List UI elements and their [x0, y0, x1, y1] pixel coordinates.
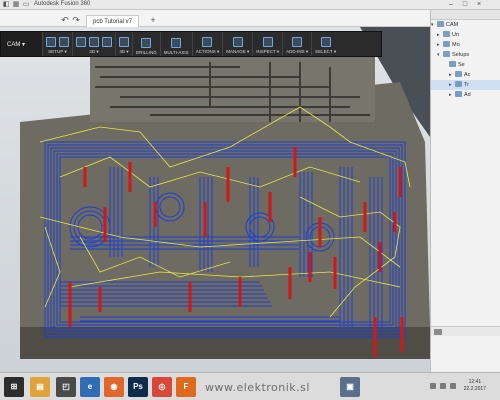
add-ins-icon [292, 37, 303, 47]
toolbar-group-actions[interactable]: ACTIONS ▾ [193, 32, 224, 56]
browser-panel: ▾ CAM ▸ Un ▸ Mo ▾ Setups Se ▸ Ac ▸ Tr ▸ Ad [430, 10, 500, 372]
comment-icon [434, 329, 442, 335]
file-menu-icon[interactable]: ▭ [22, 1, 30, 9]
setups-icon [443, 51, 450, 57]
comments-bar[interactable] [431, 326, 500, 336]
units-icon [443, 31, 450, 37]
tray-keyboard-icon[interactable] [450, 383, 456, 389]
2d-adaptive-icon [76, 37, 86, 47]
taskbar-file-explorer[interactable]: ▤ [30, 377, 50, 397]
browser-row-adaptive-2[interactable]: ▸ Ad [431, 90, 500, 100]
browser-row-setup[interactable]: Se [431, 60, 500, 70]
grid-menu-icon[interactable]: ▦ [12, 1, 20, 9]
toolbar-group-2d[interactable]: 2D ▾ [73, 32, 116, 56]
workspace-switcher[interactable]: CAM ▾ [1, 32, 43, 56]
operation-icon [455, 91, 462, 97]
drill-icon [141, 38, 152, 48]
maximize-icon[interactable]: □ [458, 0, 472, 10]
toolbar-group-setup[interactable]: SETUP ▾ [43, 32, 73, 56]
taskbar-firefox[interactable]: ◉ [104, 377, 124, 397]
manage-icon [232, 37, 243, 47]
toolbar-group-manage[interactable]: MANAGE ▾ [223, 32, 254, 56]
undo-icon[interactable]: ↶ [60, 14, 70, 26]
taskbar-fusion-360[interactable]: F [176, 377, 196, 397]
canvas-viewport[interactable]: CAM ▾ SETUP ▾ 2D ▾ 3D ▾ DRILLING MULTI-A… [0, 27, 430, 372]
setup-icon [46, 37, 56, 47]
taskbar-edge[interactable]: e [80, 377, 100, 397]
title-bar: ◧ ▦ ▭ Autodesk Fusion 360 – □ × [0, 0, 500, 10]
app-logo-icon: ◧ [2, 1, 10, 8]
cam-root-icon [437, 21, 444, 27]
operation-icon [455, 71, 462, 77]
browser-row-adaptive[interactable]: ▸ Ac [431, 70, 500, 80]
browser-row-setups[interactable]: ▾ Setups [431, 50, 500, 60]
tab-pcb-tutorial[interactable]: pcb Tutorial v7 [86, 15, 140, 27]
toolbar-group-add-ins[interactable]: ADD-INS ▾ [283, 32, 313, 56]
tray-volume-icon[interactable] [440, 383, 446, 389]
cam-toolbar: CAM ▾ SETUP ▾ 2D ▾ 3D ▾ DRILLING MULTI-A… [0, 31, 382, 57]
toolbar-group-multi-axis[interactable]: MULTI-AXIS [161, 32, 193, 56]
setup-sheet-icon [59, 37, 69, 47]
browser-header [431, 10, 500, 20]
document-tab-strip: pcb Tutorial v7 + ↶ ↷ [0, 10, 430, 27]
actions-icon [202, 37, 213, 47]
toolpath-scene [20, 27, 430, 359]
toolbar-group-inspect[interactable]: INSPECT ▾ [253, 32, 284, 56]
windows-taskbar: ⊞ ▤ ◰ e ◉ Ps ◎ F www.elektronik.sl ▣ 12:… [0, 372, 500, 400]
taskbar-photoshop[interactable]: Ps [128, 377, 148, 397]
browser-row-trace[interactable]: ▸ Tr [431, 80, 500, 90]
tray-network-icon[interactable] [430, 383, 436, 389]
browser-row-models[interactable]: ▸ Mo [431, 40, 500, 50]
window-title: Autodesk Fusion 360 [34, 1, 91, 7]
taskbar-store[interactable]: ◰ [56, 377, 76, 397]
close-icon[interactable]: × [472, 0, 486, 10]
fusion-360-window: ◧ ▦ ▭ Autodesk Fusion 360 – □ × pcb Tuto… [0, 0, 500, 400]
multi-axis-icon [171, 38, 182, 48]
taskbar-clock[interactable]: 12:41 22.2.2017 [464, 379, 486, 393]
browser-row-cam[interactable]: ▾ CAM [431, 20, 500, 30]
inspect-icon [262, 37, 273, 47]
taskbar-app-9[interactable]: ▣ [340, 377, 360, 397]
start-button[interactable]: ⊞ [4, 377, 24, 397]
2d-pocket-icon [89, 37, 99, 47]
models-icon [443, 41, 450, 47]
toolbar-group-drilling[interactable]: DRILLING [133, 32, 161, 56]
3d-icon [119, 37, 129, 47]
browser-row-units[interactable]: ▸ Un [431, 30, 500, 40]
2d-contour-icon [102, 37, 112, 47]
select-icon [320, 37, 331, 47]
new-tab-icon[interactable]: + [148, 14, 158, 26]
taskbar-chrome[interactable]: ◎ [152, 377, 172, 397]
setup-node-icon [449, 61, 456, 67]
minimize-icon[interactable]: – [444, 0, 458, 10]
toolbar-group-3d[interactable]: 3D ▾ [116, 32, 133, 56]
redo-icon[interactable]: ↷ [71, 14, 81, 26]
watermark-website: www.elektronik.sl [205, 381, 310, 394]
operation-icon [455, 81, 462, 87]
pcb-board-edge [20, 327, 430, 359]
toolbar-group-select[interactable]: SELECT ▾ [312, 32, 339, 56]
